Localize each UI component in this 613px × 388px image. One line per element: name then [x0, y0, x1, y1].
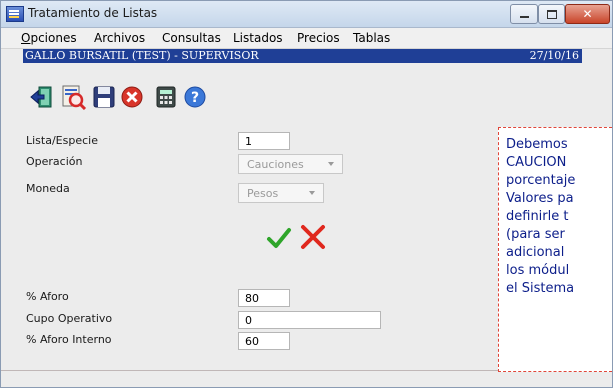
menu-consultas[interactable]: Consultas [162, 31, 221, 45]
session-user: GALLO BURSATIL (TEST) - SUPERVISOR [25, 49, 259, 62]
aforo-label: % Aforo [26, 290, 69, 303]
x-mark-icon [301, 225, 325, 249]
search-document-icon[interactable] [61, 84, 87, 110]
moneda-select[interactable]: Pesos [238, 183, 324, 203]
annotation-line: el Sistema [506, 281, 575, 296]
annotation-line: Debemos [506, 137, 568, 152]
minimize-icon [519, 16, 529, 18]
exit-door-icon[interactable] [29, 84, 55, 110]
maximize-button[interactable] [538, 4, 565, 24]
annotation-line: Valores pa [506, 191, 574, 206]
maximize-icon [546, 9, 557, 19]
minimize-button[interactable] [510, 4, 538, 24]
menu-precios-label: Precios [297, 31, 340, 45]
menu-archivos[interactable]: Archivos [94, 31, 145, 45]
menu-archivos-label: Archivos [94, 31, 146, 45]
confirm-button[interactable] [266, 225, 292, 251]
annotation-line: (para ser [506, 227, 565, 242]
menu-tablas[interactable]: Tablas [353, 31, 390, 45]
annotation-line: adicional [506, 245, 565, 260]
toolbar: ? [23, 67, 323, 110]
annotation-callout: Debemos CAUCION porcentaje Valores pa de… [498, 127, 612, 372]
operacion-value: Cauciones [247, 158, 304, 171]
annotation-line: porcentaje [506, 173, 576, 188]
cupo-operativo-label: Cupo Operativo [26, 312, 113, 325]
chevron-down-icon [309, 191, 315, 195]
aforo-field[interactable]: 80 [238, 289, 290, 307]
session-info-bar: GALLO BURSATIL (TEST) - SUPERVISOR 27/10… [23, 49, 582, 63]
annotation-text: Debemos CAUCION porcentaje Valores pa de… [506, 136, 612, 298]
cupo-operativo-field[interactable]: 0 [238, 311, 381, 329]
title-bar[interactable]: Tratamiento de Listas ✕ [1, 1, 612, 28]
menu-listados[interactable]: Listados [233, 31, 283, 45]
window-title: Tratamiento de Listas [28, 6, 158, 20]
moneda-value: Pesos [247, 187, 279, 200]
menu-opciones[interactable]: Opciones [21, 31, 77, 45]
session-date: 27/10/16 [529, 49, 579, 62]
checkmark-icon [267, 228, 291, 248]
operacion-label: Operación [26, 155, 83, 168]
menu-opciones-label: pciones [30, 31, 77, 45]
menu-listados-label: Listados [233, 31, 283, 45]
menu-tablas-label: Tablas [353, 31, 391, 45]
operacion-select[interactable]: Cauciones [238, 154, 343, 174]
close-window-button[interactable]: ✕ [565, 4, 610, 24]
svg-text:?: ? [191, 90, 199, 106]
app-icon [6, 6, 24, 22]
annotation-line: definirle t [506, 209, 569, 224]
chevron-down-icon [328, 162, 334, 166]
menu-consultas-label: Consultas [162, 31, 221, 45]
aforo-interno-field[interactable]: 60 [238, 332, 290, 350]
calculator-icon[interactable] [153, 84, 179, 110]
cancel-button[interactable] [299, 223, 327, 251]
cancel-circle-icon[interactable] [119, 84, 145, 110]
save-disk-icon[interactable] [91, 84, 117, 110]
lista-especie-label: Lista/Especie [26, 134, 98, 147]
lista-especie-field[interactable]: 1 [238, 132, 290, 150]
aforo-interno-label: % Aforo Interno [26, 333, 112, 346]
menu-precios[interactable]: Precios [297, 31, 340, 45]
annotation-line: CAUCION [506, 155, 567, 170]
menu-bar: Opciones Archivos Consultas Listados Pre… [1, 28, 612, 49]
close-icon: ✕ [582, 7, 593, 21]
help-icon[interactable]: ? [182, 84, 208, 110]
annotation-line: los módul [506, 263, 570, 278]
moneda-label: Moneda [26, 182, 70, 195]
